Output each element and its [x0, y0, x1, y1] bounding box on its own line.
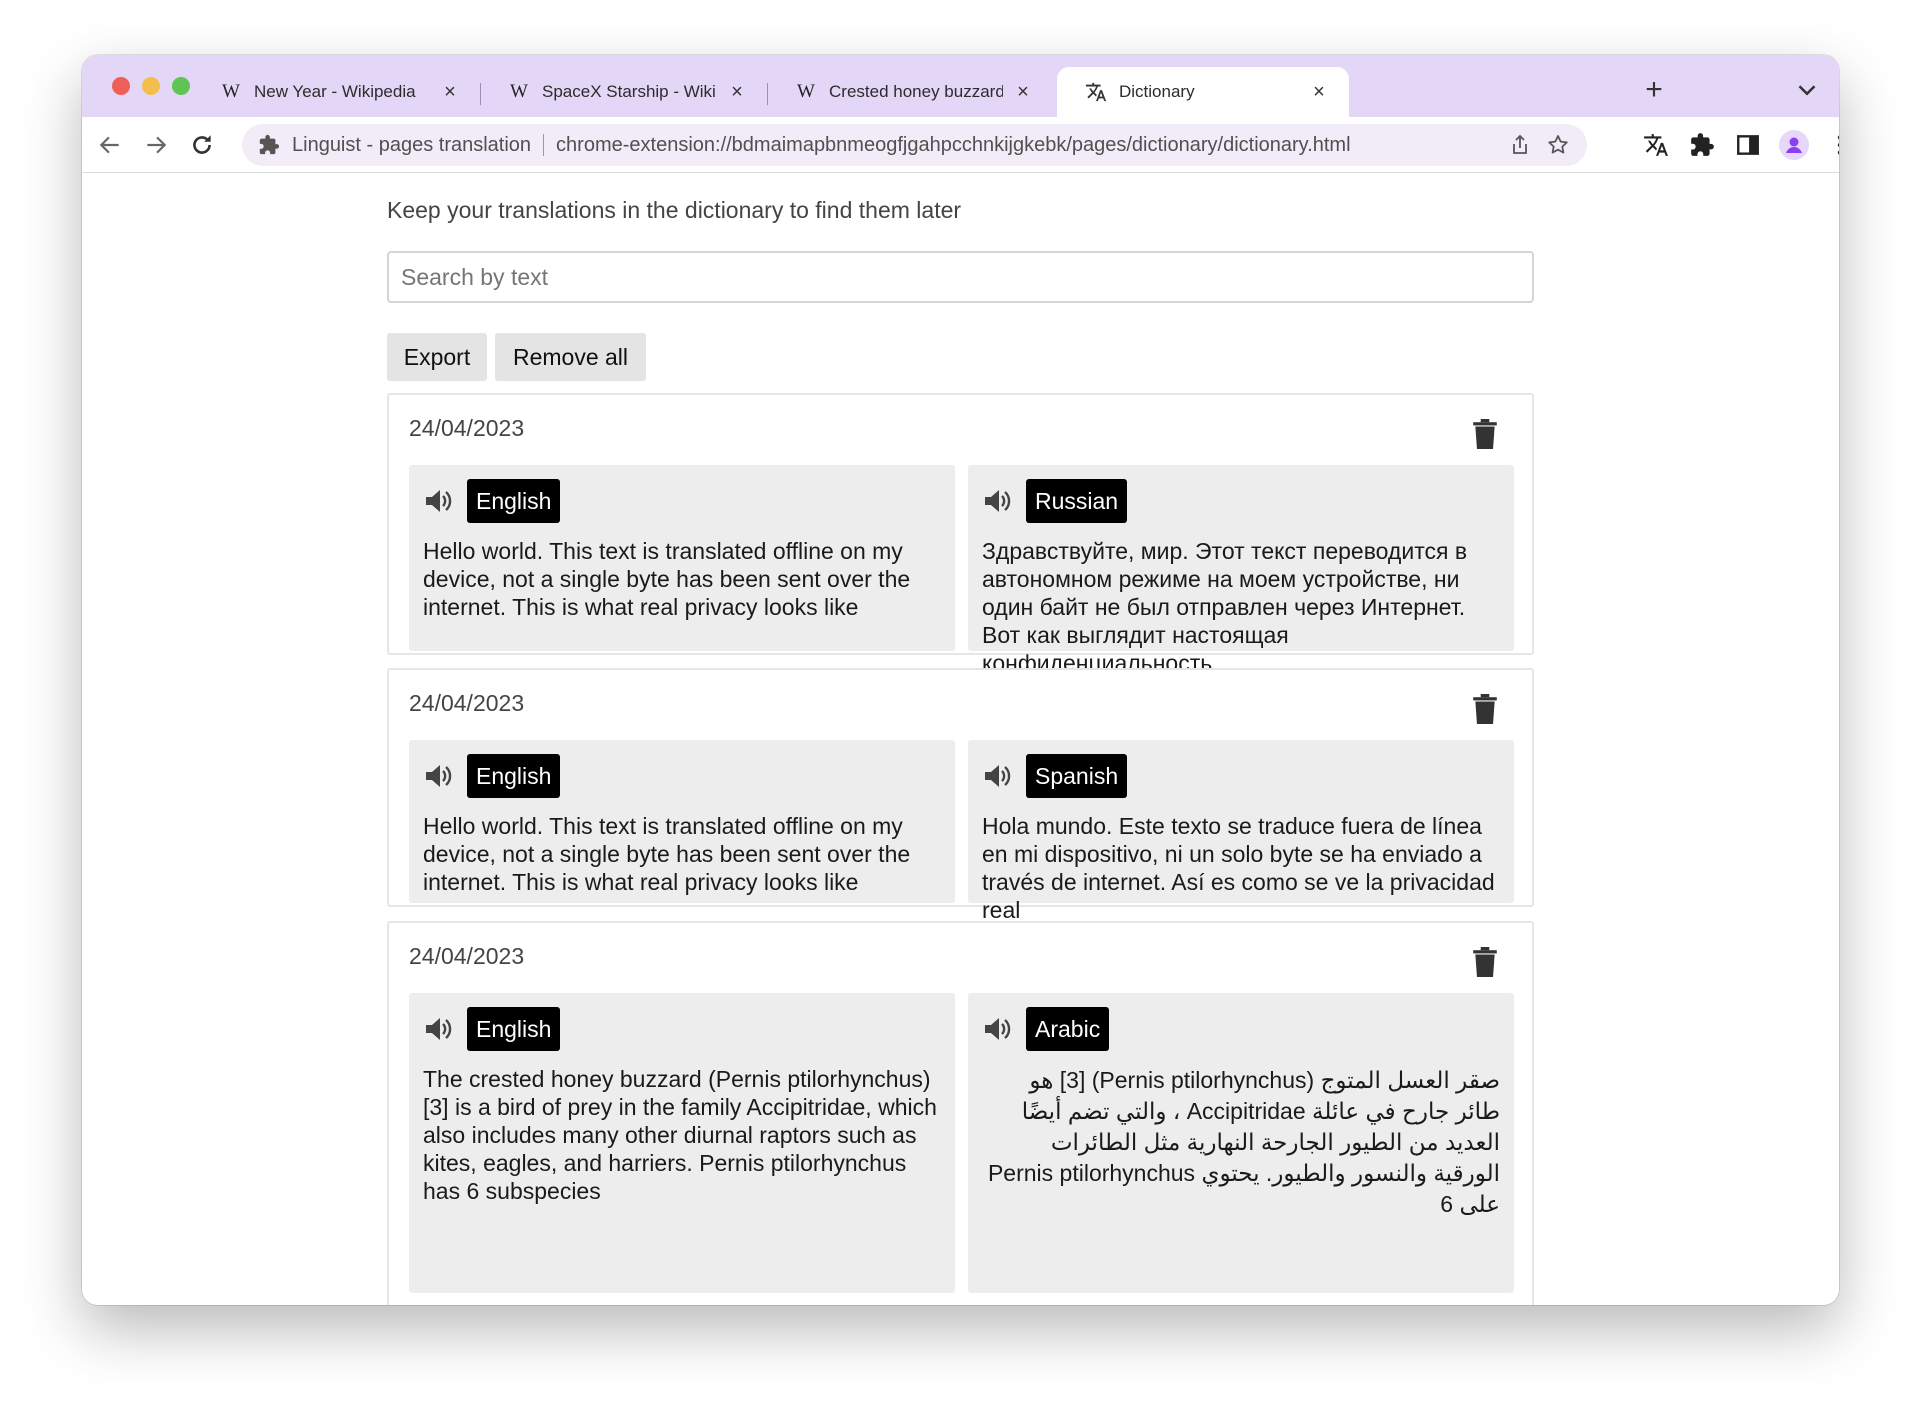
back-button[interactable]: [94, 129, 126, 161]
translate-icon: [1085, 81, 1107, 103]
side-panel-button[interactable]: [1732, 129, 1764, 161]
puzzle-icon: [1691, 133, 1714, 156]
speaker-icon[interactable]: [982, 761, 1012, 791]
translation-entry: 24/04/2023 English Hello world. This tex…: [387, 393, 1534, 676]
language-badge: Russian: [1026, 479, 1128, 523]
language-badge: English: [467, 754, 561, 798]
kebab-menu-icon: [1837, 135, 1839, 155]
avatar-icon: [1779, 130, 1809, 160]
translate-icon: [1644, 134, 1668, 156]
translated-text: Здравствуйте, мир. Этот текст переводитс…: [982, 538, 1468, 676]
close-tab-icon[interactable]: ×: [438, 81, 462, 104]
source-pane: English The crested honey buzzard (Perni…: [409, 993, 955, 1293]
tab-crested-honey-buzzard[interactable]: W Crested honey buzzard - Wikip ×: [767, 67, 1053, 117]
browser-toolbar: Linguist - pages translation chrome-exte…: [82, 117, 1839, 173]
wikipedia-icon: W: [222, 81, 240, 102]
close-tab-icon[interactable]: ×: [725, 81, 749, 104]
speaker-icon[interactable]: [423, 486, 453, 516]
source-text: Hello world. This text is translated off…: [423, 538, 911, 620]
tab-title: Dictionary: [1119, 82, 1195, 101]
tab-dictionary[interactable]: Dictionary ×: [1057, 67, 1349, 117]
address-bar[interactable]: Linguist - pages translation chrome-exte…: [242, 124, 1587, 166]
translation-entry: 24/04/2023 English Hello world. This tex…: [387, 668, 1534, 923]
trash-icon[interactable]: [1472, 947, 1498, 977]
close-window-button[interactable]: [112, 77, 130, 95]
language-badge: Spanish: [1026, 754, 1128, 798]
minimize-window-button[interactable]: [142, 77, 160, 95]
forward-arrow-icon: [147, 136, 167, 154]
url-text[interactable]: chrome-extension://bdmaimapbnmeogfjgahpc…: [556, 134, 1351, 157]
trash-icon[interactable]: [1472, 694, 1498, 724]
maximize-window-button[interactable]: [172, 77, 190, 95]
reload-button[interactable]: [186, 129, 218, 161]
tab-new-year[interactable]: W New Year - Wikipedia ×: [192, 67, 480, 117]
browser-window: W New Year - Wikipedia × W SpaceX Starsh…: [82, 55, 1839, 1305]
reload-icon: [193, 135, 211, 154]
source-text: Hello world. This text is translated off…: [423, 813, 911, 895]
language-badge: Arabic: [1026, 1007, 1110, 1051]
tab-search-chevron-icon[interactable]: [1792, 75, 1822, 105]
tab-title: New Year - Wikipedia: [254, 82, 416, 101]
bookmark-star-icon[interactable]: [1546, 133, 1570, 157]
speaker-icon[interactable]: [982, 1014, 1012, 1044]
wikipedia-icon: W: [797, 81, 815, 102]
language-badge: English: [467, 1007, 561, 1051]
tab-spacex-starship[interactable]: W SpaceX Starship - Wikipedia ×: [480, 67, 767, 117]
omnibox-divider: [543, 134, 545, 156]
entry-date: 24/04/2023: [409, 943, 525, 969]
speaker-icon[interactable]: [423, 1014, 453, 1044]
extensions-button[interactable]: [1686, 129, 1718, 161]
source-text: The crested honey buzzard (Pernis ptilor…: [423, 1066, 937, 1204]
source-pane: English Hello world. This text is transl…: [409, 465, 955, 651]
puzzle-icon: [259, 134, 280, 155]
export-button[interactable]: Export: [387, 333, 487, 381]
wikipedia-icon: W: [510, 81, 528, 102]
search-input[interactable]: [387, 251, 1534, 303]
translation-entry: 24/04/2023 English The crested honey buz…: [387, 921, 1534, 1305]
target-pane: Spanish Hola mundo. Este texto se traduc…: [968, 740, 1514, 923]
entry-date: 24/04/2023: [409, 415, 525, 441]
forward-button[interactable]: [140, 129, 172, 161]
share-icon[interactable]: [1508, 133, 1532, 157]
close-tab-icon[interactable]: ×: [1011, 81, 1035, 104]
extension-name: Linguist - pages translation: [292, 133, 532, 156]
trash-icon[interactable]: [1472, 419, 1498, 449]
page-description: Keep your translations in the dictionary…: [387, 197, 962, 223]
source-pane: English Hello world. This text is transl…: [409, 740, 955, 903]
target-pane: Arabic صقر العسل المتوج (Pernis ptilorhy…: [968, 993, 1514, 1293]
close-tab-icon[interactable]: ×: [1307, 81, 1331, 104]
browser-menu-button[interactable]: [1824, 129, 1839, 161]
profile-button[interactable]: [1778, 129, 1810, 161]
side-panel-icon: [1737, 135, 1759, 155]
translated-text: Hola mundo. Este texto se traduce fuera …: [982, 813, 1495, 923]
translated-text: صقر العسل المتوج (Pernis ptilorhynchus) …: [987, 1067, 1500, 1217]
tab-title: SpaceX Starship - Wikipedia: [542, 82, 717, 101]
dictionary-page: Keep your translations in the dictionary…: [82, 173, 1839, 1305]
language-badge: English: [467, 479, 561, 523]
translate-extension-button[interactable]: [1640, 129, 1672, 161]
tab-title: Crested honey buzzard - Wikip: [829, 82, 1003, 101]
tab-strip: W New Year - Wikipedia × W SpaceX Starsh…: [82, 55, 1839, 117]
new-tab-button[interactable]: +: [1632, 70, 1676, 110]
target-pane: Russian Здравствуйте, мир. Этот текст пе…: [968, 465, 1514, 676]
entry-date: 24/04/2023: [409, 690, 525, 716]
speaker-icon[interactable]: [982, 486, 1012, 516]
back-arrow-icon: [99, 136, 119, 154]
remove-all-button[interactable]: Remove all: [495, 333, 646, 381]
speaker-icon[interactable]: [423, 761, 453, 791]
